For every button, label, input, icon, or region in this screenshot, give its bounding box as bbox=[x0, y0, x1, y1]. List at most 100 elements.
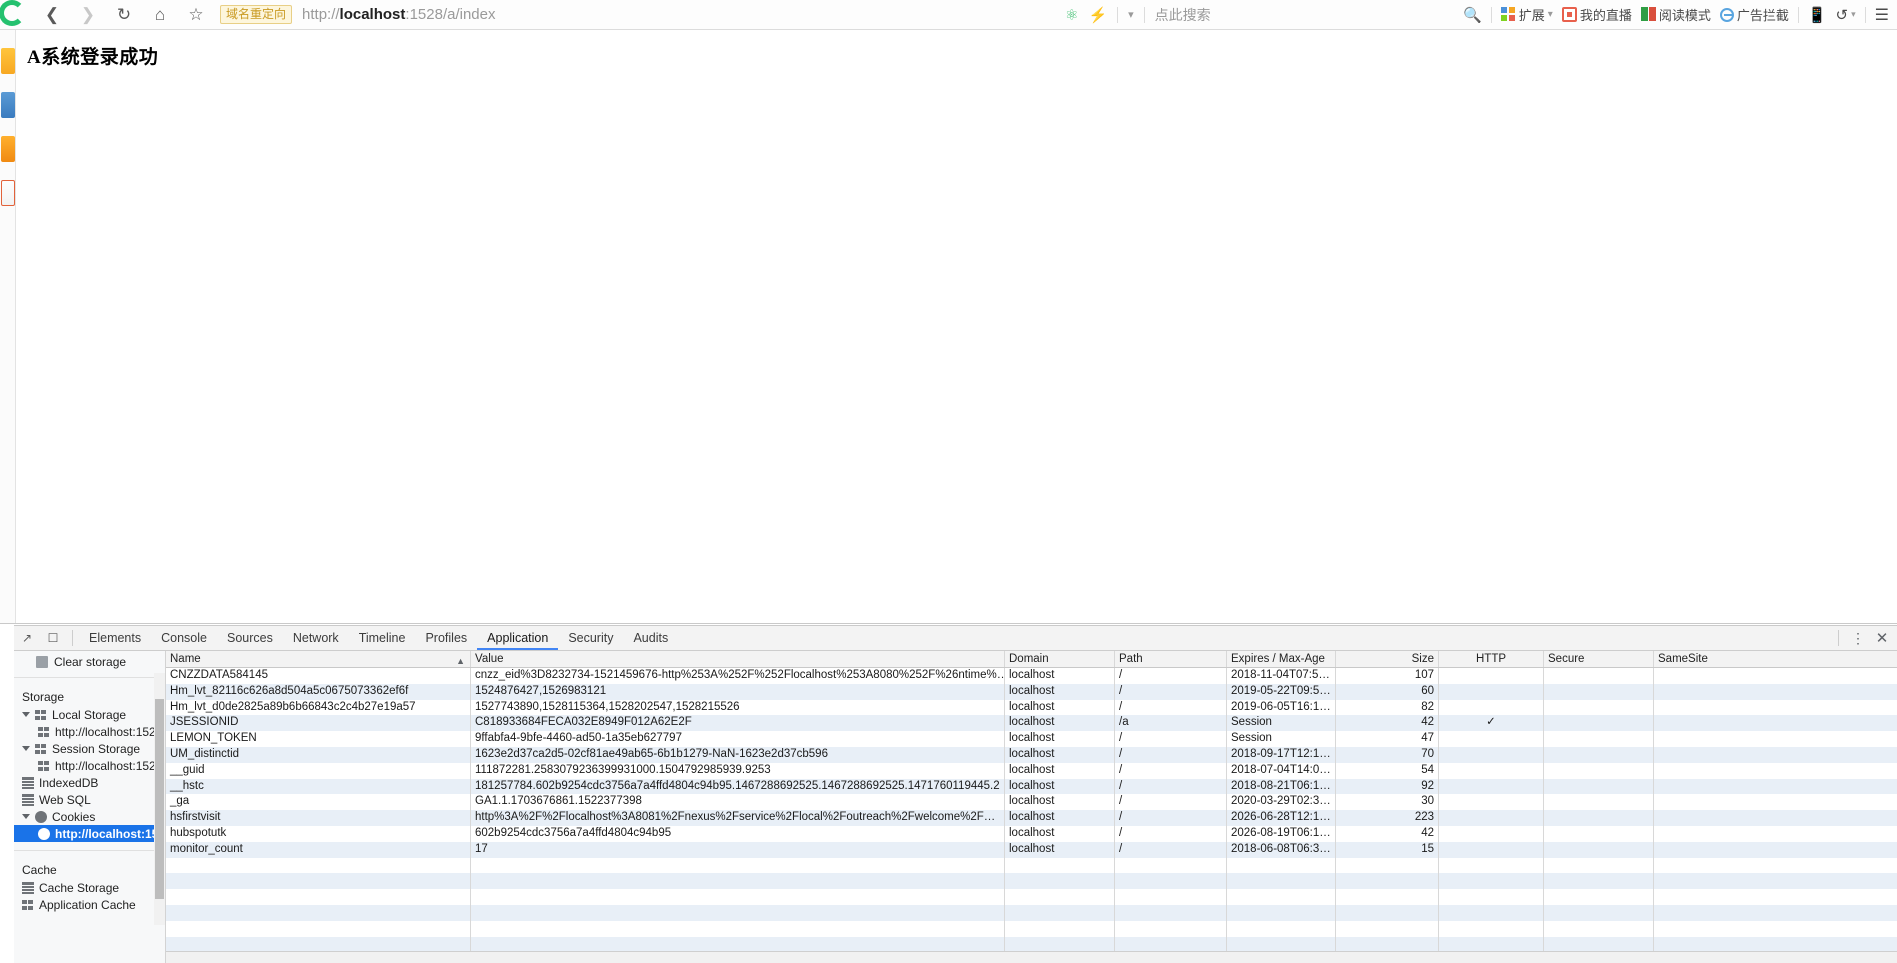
cell-size[interactable]: 92 bbox=[1336, 778, 1439, 795]
cell-samesite[interactable] bbox=[1654, 779, 1774, 795]
column-header-size[interactable]: Size bbox=[1336, 651, 1439, 667]
cell-expires[interactable]: 2026-08-19T06:1… bbox=[1227, 825, 1336, 842]
cell-http[interactable] bbox=[1439, 778, 1544, 795]
column-header-domain[interactable]: Domain bbox=[1005, 651, 1115, 667]
table-row[interactable]: Hm_lvt_82116c626a8d504a5c0675073362ef6f 1… bbox=[166, 683, 1897, 700]
cell-http[interactable] bbox=[1439, 825, 1544, 842]
cell-name[interactable]: __hstc bbox=[166, 778, 471, 795]
cell-domain[interactable]: localhost bbox=[1005, 699, 1115, 716]
cell-path[interactable]: / bbox=[1115, 794, 1227, 811]
table-row[interactable]: hsfirstvisit http%3A%2F%2Flocalhost%3A808… bbox=[166, 810, 1897, 826]
cell-http[interactable] bbox=[1439, 699, 1544, 716]
table-row[interactable]: UM_distinctid 1623e2d37ca2d5-02cf81ae49ab… bbox=[166, 746, 1897, 763]
sidebar-item-cookies[interactable]: Cookies bbox=[14, 808, 165, 825]
tab-elements[interactable]: Elements bbox=[79, 626, 151, 650]
cell-domain[interactable]: localhost bbox=[1005, 731, 1115, 747]
clear-storage-item[interactable]: Clear storage bbox=[14, 651, 165, 673]
cell-path[interactable]: / bbox=[1115, 746, 1227, 763]
table-row[interactable]: __hstc 181257784.602b9254cdc3756a7a4ffd48… bbox=[166, 778, 1897, 795]
cell-path[interactable]: /a bbox=[1115, 715, 1227, 732]
tab-sources[interactable]: Sources bbox=[217, 626, 283, 650]
cell-domain[interactable]: localhost bbox=[1005, 746, 1115, 763]
cell-size[interactable]: 42 bbox=[1336, 825, 1439, 842]
table-row[interactable]: Hm_lvt_d0de2825a89b6b66843c2c4b27e19a57 1… bbox=[166, 699, 1897, 716]
rail-app-icon-2[interactable] bbox=[1, 92, 15, 118]
cell-domain[interactable]: localhost bbox=[1005, 810, 1115, 826]
history-back-icon[interactable]: ↺ ▾ bbox=[1836, 6, 1856, 24]
table-row[interactable]: __guid 111872281.2583079236399931000.1504… bbox=[166, 762, 1897, 779]
cell-value[interactable]: http%3A%2F%2Flocalhost%3A8081%2Fnexus%2F… bbox=[471, 810, 1005, 826]
chevron-down-icon[interactable] bbox=[22, 712, 30, 717]
cell-samesite[interactable] bbox=[1654, 763, 1774, 779]
device-toolbar-icon[interactable]: ☐ bbox=[40, 626, 66, 650]
cell-secure[interactable] bbox=[1544, 778, 1654, 795]
cell-size[interactable]: 70 bbox=[1336, 746, 1439, 763]
cell-value[interactable]: 1524876427,1526983121 bbox=[471, 683, 1005, 700]
cell-http[interactable] bbox=[1439, 794, 1544, 811]
extensions-button[interactable]: 扩展 ▾ bbox=[1500, 5, 1553, 24]
cell-expires[interactable]: 2018-11-04T07:5… bbox=[1227, 668, 1336, 684]
close-icon[interactable]: ✕ bbox=[1871, 627, 1893, 649]
sidebar-item-http-localhost-1528[interactable]: http://localhost:1528 bbox=[14, 757, 165, 774]
tab-profiles[interactable]: Profiles bbox=[415, 626, 477, 650]
cell-value[interactable]: 17 bbox=[471, 841, 1005, 858]
sidebar-item-indexeddb[interactable]: IndexedDB bbox=[14, 774, 165, 791]
inspect-element-icon[interactable]: ↗ bbox=[14, 626, 40, 650]
cell-expires[interactable]: 2018-09-17T12:1… bbox=[1227, 746, 1336, 763]
chevron-down-icon[interactable]: ▾ bbox=[1128, 8, 1134, 21]
chevron-down-icon[interactable] bbox=[22, 746, 30, 751]
cell-secure[interactable] bbox=[1544, 825, 1654, 842]
cell-size[interactable]: 15 bbox=[1336, 841, 1439, 858]
cell-samesite[interactable] bbox=[1654, 842, 1774, 858]
cell-secure[interactable] bbox=[1544, 762, 1654, 779]
horizontal-scrollbar[interactable] bbox=[166, 951, 1897, 963]
cell-name[interactable]: JSESSIONID bbox=[166, 715, 471, 732]
table-row[interactable]: monitor_count 17 localhost/2018-06-08T06:3… bbox=[166, 841, 1897, 858]
cell-domain[interactable]: localhost bbox=[1005, 841, 1115, 858]
cell-http[interactable] bbox=[1439, 810, 1544, 826]
chevron-down-icon[interactable] bbox=[22, 814, 30, 819]
cell-domain[interactable]: localhost bbox=[1005, 715, 1115, 732]
cell-samesite[interactable] bbox=[1654, 747, 1774, 763]
cell-domain[interactable]: localhost bbox=[1005, 794, 1115, 811]
cell-path[interactable]: / bbox=[1115, 762, 1227, 779]
cell-secure[interactable] bbox=[1544, 731, 1654, 747]
bookmark-star-icon[interactable]: ☆ bbox=[178, 0, 214, 30]
cell-secure[interactable] bbox=[1544, 668, 1654, 684]
cell-name[interactable]: LEMON_TOKEN bbox=[166, 731, 471, 747]
cell-secure[interactable] bbox=[1544, 794, 1654, 811]
menu-icon[interactable]: ☰ bbox=[1875, 5, 1889, 25]
sidebar-item-http-localhost-1528[interactable]: http://localhost:1528 bbox=[14, 825, 165, 842]
rail-app-icon-3[interactable] bbox=[1, 136, 15, 162]
cell-name[interactable]: UM_distinctid bbox=[166, 746, 471, 763]
shield-icon[interactable]: ⚛ bbox=[1065, 6, 1078, 24]
cell-expires[interactable]: 2019-05-22T09:5… bbox=[1227, 683, 1336, 700]
cell-http[interactable] bbox=[1439, 762, 1544, 779]
cell-domain[interactable]: localhost bbox=[1005, 762, 1115, 779]
sidebar-item-local-storage[interactable]: Local Storage bbox=[14, 706, 165, 723]
cell-size[interactable]: 30 bbox=[1336, 794, 1439, 811]
column-header-samesite[interactable]: SameSite bbox=[1654, 651, 1774, 667]
sidebar-item-session-storage[interactable]: Session Storage bbox=[14, 740, 165, 757]
cell-size[interactable]: 107 bbox=[1336, 668, 1439, 684]
cell-name[interactable]: __guid bbox=[166, 762, 471, 779]
cell-value[interactable]: 9ffabfa4-9bfe-4460-ad50-1a35eb627797 bbox=[471, 731, 1005, 747]
tab-network[interactable]: Network bbox=[283, 626, 349, 650]
cell-http[interactable] bbox=[1439, 731, 1544, 747]
cell-secure[interactable] bbox=[1544, 810, 1654, 826]
cell-domain[interactable]: localhost bbox=[1005, 668, 1115, 684]
cell-http[interactable]: ✓ bbox=[1439, 715, 1544, 732]
cell-path[interactable]: / bbox=[1115, 778, 1227, 795]
tab-application[interactable]: Application bbox=[477, 626, 559, 650]
cell-value[interactable]: 1527743890,1528115364,1528202547,1528215… bbox=[471, 699, 1005, 716]
cell-size[interactable]: 42 bbox=[1336, 715, 1439, 732]
adblock-button[interactable]: 广告拦截 bbox=[1719, 5, 1789, 24]
column-header-secure[interactable]: Secure bbox=[1544, 651, 1654, 667]
cell-name[interactable]: hsfirstvisit bbox=[166, 810, 471, 826]
back-button[interactable]: ❮ bbox=[34, 0, 70, 30]
cell-path[interactable]: / bbox=[1115, 825, 1227, 842]
cell-expires[interactable]: 2018-08-21T06:1… bbox=[1227, 778, 1336, 795]
sidebar-item-application-cache[interactable]: Application Cache bbox=[14, 896, 165, 913]
table-row[interactable]: JSESSIONID C818933684FECA032E8949F012A62E… bbox=[166, 715, 1897, 732]
sidebar-scrollbar[interactable] bbox=[154, 673, 165, 925]
